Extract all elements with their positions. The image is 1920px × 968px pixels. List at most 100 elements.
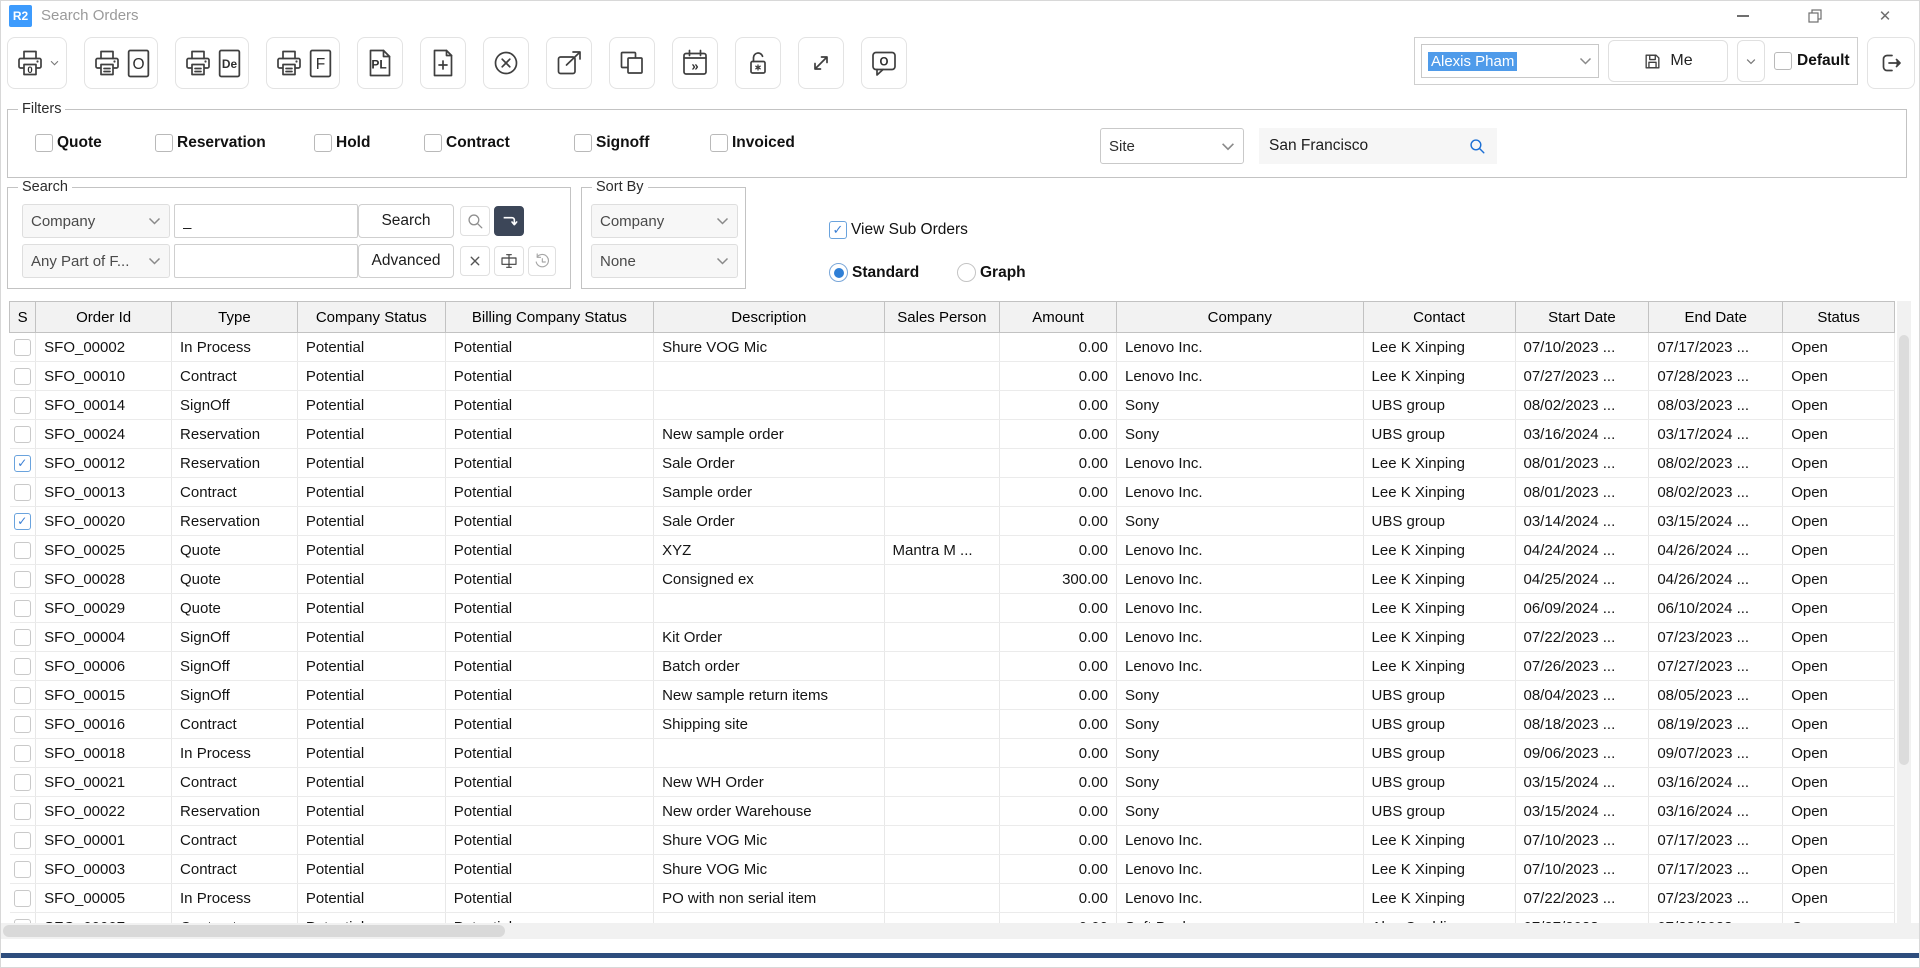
row-checkbox[interactable] [14, 658, 31, 675]
row-checkbox[interactable] [14, 803, 31, 820]
row-checkbox[interactable] [14, 542, 31, 559]
table-row[interactable]: SFO_00015SignOffPotentialPotentialNew sa… [10, 681, 1895, 710]
invoiced-checkbox[interactable] [710, 134, 728, 152]
table-row[interactable]: SFO_00003ContractPotentialPotentialShure… [10, 855, 1895, 884]
vertical-scrollbar-thumb[interactable] [1899, 335, 1909, 765]
row-checkbox[interactable] [14, 571, 31, 588]
exit-button[interactable] [1867, 37, 1915, 89]
unlock-button[interactable] [735, 37, 781, 89]
pick-list-button[interactable]: PL [357, 37, 403, 89]
column-header-s[interactable]: S [10, 302, 36, 333]
table-row[interactable]: SFO_00006SignOffPotentialPotentialBatch … [10, 652, 1895, 681]
search-field-combobox[interactable]: Company [22, 204, 170, 238]
restore-button[interactable] [1793, 1, 1837, 31]
expand-button[interactable] [798, 37, 844, 89]
row-checkbox[interactable] [14, 716, 31, 733]
sort-primary-combobox[interactable]: Company [591, 204, 738, 238]
vertical-scrollbar[interactable] [1897, 301, 1911, 923]
table-row[interactable]: SFO_00025QuotePotentialPotentialXYZMantr… [10, 536, 1895, 565]
row-checkbox[interactable] [14, 484, 31, 501]
site-search-field[interactable]: San Francisco [1259, 128, 1497, 164]
table-row[interactable]: SFO_00010ContractPotentialPotential0.00L… [10, 362, 1895, 391]
row-checkbox[interactable] [14, 368, 31, 385]
table-row[interactable]: SFO_00018In ProcessPotentialPotential0.0… [10, 739, 1895, 768]
column-header-type[interactable]: Type [172, 302, 298, 333]
row-checkbox[interactable] [14, 339, 31, 356]
clear-button[interactable] [460, 246, 490, 276]
extend-order-button[interactable]: » [672, 37, 718, 89]
cancel-button[interactable] [483, 37, 529, 89]
row-checkbox[interactable] [14, 832, 31, 849]
table-row[interactable]: SFO_00013ContractPotentialPotentialSampl… [10, 478, 1895, 507]
row-checkbox[interactable] [14, 890, 31, 907]
graph-radio[interactable] [957, 263, 976, 282]
minimize-button[interactable] [1721, 1, 1765, 31]
column-header-company[interactable]: Company [1116, 302, 1363, 333]
reservation-checkbox[interactable] [155, 134, 173, 152]
open-external-button[interactable] [546, 37, 592, 89]
table-row[interactable]: SFO_00002In ProcessPotentialPotentialShu… [10, 333, 1895, 362]
magnifier-button[interactable] [460, 206, 490, 236]
hold-checkbox[interactable] [314, 134, 332, 152]
column-header-description[interactable]: Description [654, 302, 884, 333]
new-document-button[interactable] [420, 37, 466, 89]
search-input-2[interactable] [174, 244, 358, 278]
column-header-amount[interactable]: Amount [1000, 302, 1117, 333]
row-checkbox[interactable] [14, 745, 31, 762]
go-button[interactable] [494, 206, 524, 236]
fit-width-button[interactable] [494, 246, 524, 276]
column-header-billing-company-status[interactable]: Billing Company Status [445, 302, 653, 333]
horizontal-scrollbar-thumb[interactable] [3, 925, 505, 937]
advanced-button[interactable]: Advanced [358, 244, 454, 278]
table-row[interactable]: ✓SFO_00020ReservationPotentialPotentialS… [10, 507, 1895, 536]
table-row[interactable]: SFO_00005In ProcessPotentialPotentialPO … [10, 884, 1895, 913]
row-checkbox[interactable] [14, 774, 31, 791]
row-checkbox[interactable] [14, 687, 31, 704]
default-checkbox[interactable] [1774, 52, 1792, 70]
match-type-combobox[interactable]: Any Part of F... [22, 244, 170, 278]
contract-checkbox[interactable] [424, 134, 442, 152]
column-header-sales-person[interactable]: Sales Person [884, 302, 1000, 333]
close-button[interactable]: ✕ [1863, 1, 1907, 31]
horizontal-scrollbar[interactable] [1, 923, 1920, 939]
view-sub-orders-checkbox[interactable]: ✓ [829, 221, 847, 239]
quote-checkbox[interactable] [35, 134, 53, 152]
row-checkbox[interactable] [14, 426, 31, 443]
table-row[interactable]: SFO_00024ReservationPotentialPotentialNe… [10, 420, 1895, 449]
print-f-button[interactable]: F [266, 37, 340, 89]
search-input[interactable] [174, 204, 358, 238]
row-checkbox[interactable]: ✓ [14, 513, 31, 530]
column-header-company-status[interactable]: Company Status [297, 302, 445, 333]
saved-view-combobox[interactable]: Alexis Pham [1421, 44, 1599, 78]
column-header-order-id[interactable]: Order Id [36, 302, 172, 333]
table-row[interactable]: SFO_00022ReservationPotentialPotentialNe… [10, 797, 1895, 826]
column-header-start-date[interactable]: Start Date [1515, 302, 1649, 333]
table-row[interactable]: SFO_00029QuotePotentialPotential0.00Leno… [10, 594, 1895, 623]
print-de-button[interactable]: De [175, 37, 249, 89]
column-header-status[interactable]: Status [1783, 302, 1895, 333]
table-row[interactable]: ✓SFO_00012ReservationPotentialPotentialS… [10, 449, 1895, 478]
save-view-dropdown[interactable] [1737, 40, 1765, 82]
row-checkbox[interactable]: ✓ [14, 455, 31, 472]
signoff-checkbox[interactable] [574, 134, 592, 152]
sort-secondary-combobox[interactable]: None [591, 244, 738, 278]
copy-button[interactable] [609, 37, 655, 89]
print-o-button[interactable]: O [84, 37, 158, 89]
search-button[interactable]: Search [358, 204, 454, 238]
table-row[interactable]: SFO_00028QuotePotentialPotentialConsigne… [10, 565, 1895, 594]
column-header-contact[interactable]: Contact [1363, 302, 1515, 333]
site-combobox[interactable]: Site [1100, 128, 1244, 164]
history-button[interactable] [528, 246, 556, 276]
table-row[interactable]: SFO_00021ContractPotentialPotentialNew W… [10, 768, 1895, 797]
column-header-end-date[interactable]: End Date [1649, 302, 1783, 333]
save-view-me-button[interactable]: Me [1608, 40, 1728, 82]
table-row[interactable]: SFO_00001ContractPotentialPotentialShure… [10, 826, 1895, 855]
table-row[interactable]: SFO_00016ContractPotentialPotentialShipp… [10, 710, 1895, 739]
row-checkbox[interactable] [14, 861, 31, 878]
table-row[interactable]: SFO_00004SignOffPotentialPotentialKit Or… [10, 623, 1895, 652]
standard-radio[interactable] [829, 263, 848, 282]
print-split-button[interactable]: 0 [7, 37, 67, 89]
table-row[interactable]: SFO_00014SignOffPotentialPotential0.00So… [10, 391, 1895, 420]
row-checkbox[interactable] [14, 629, 31, 646]
row-checkbox[interactable] [14, 600, 31, 617]
